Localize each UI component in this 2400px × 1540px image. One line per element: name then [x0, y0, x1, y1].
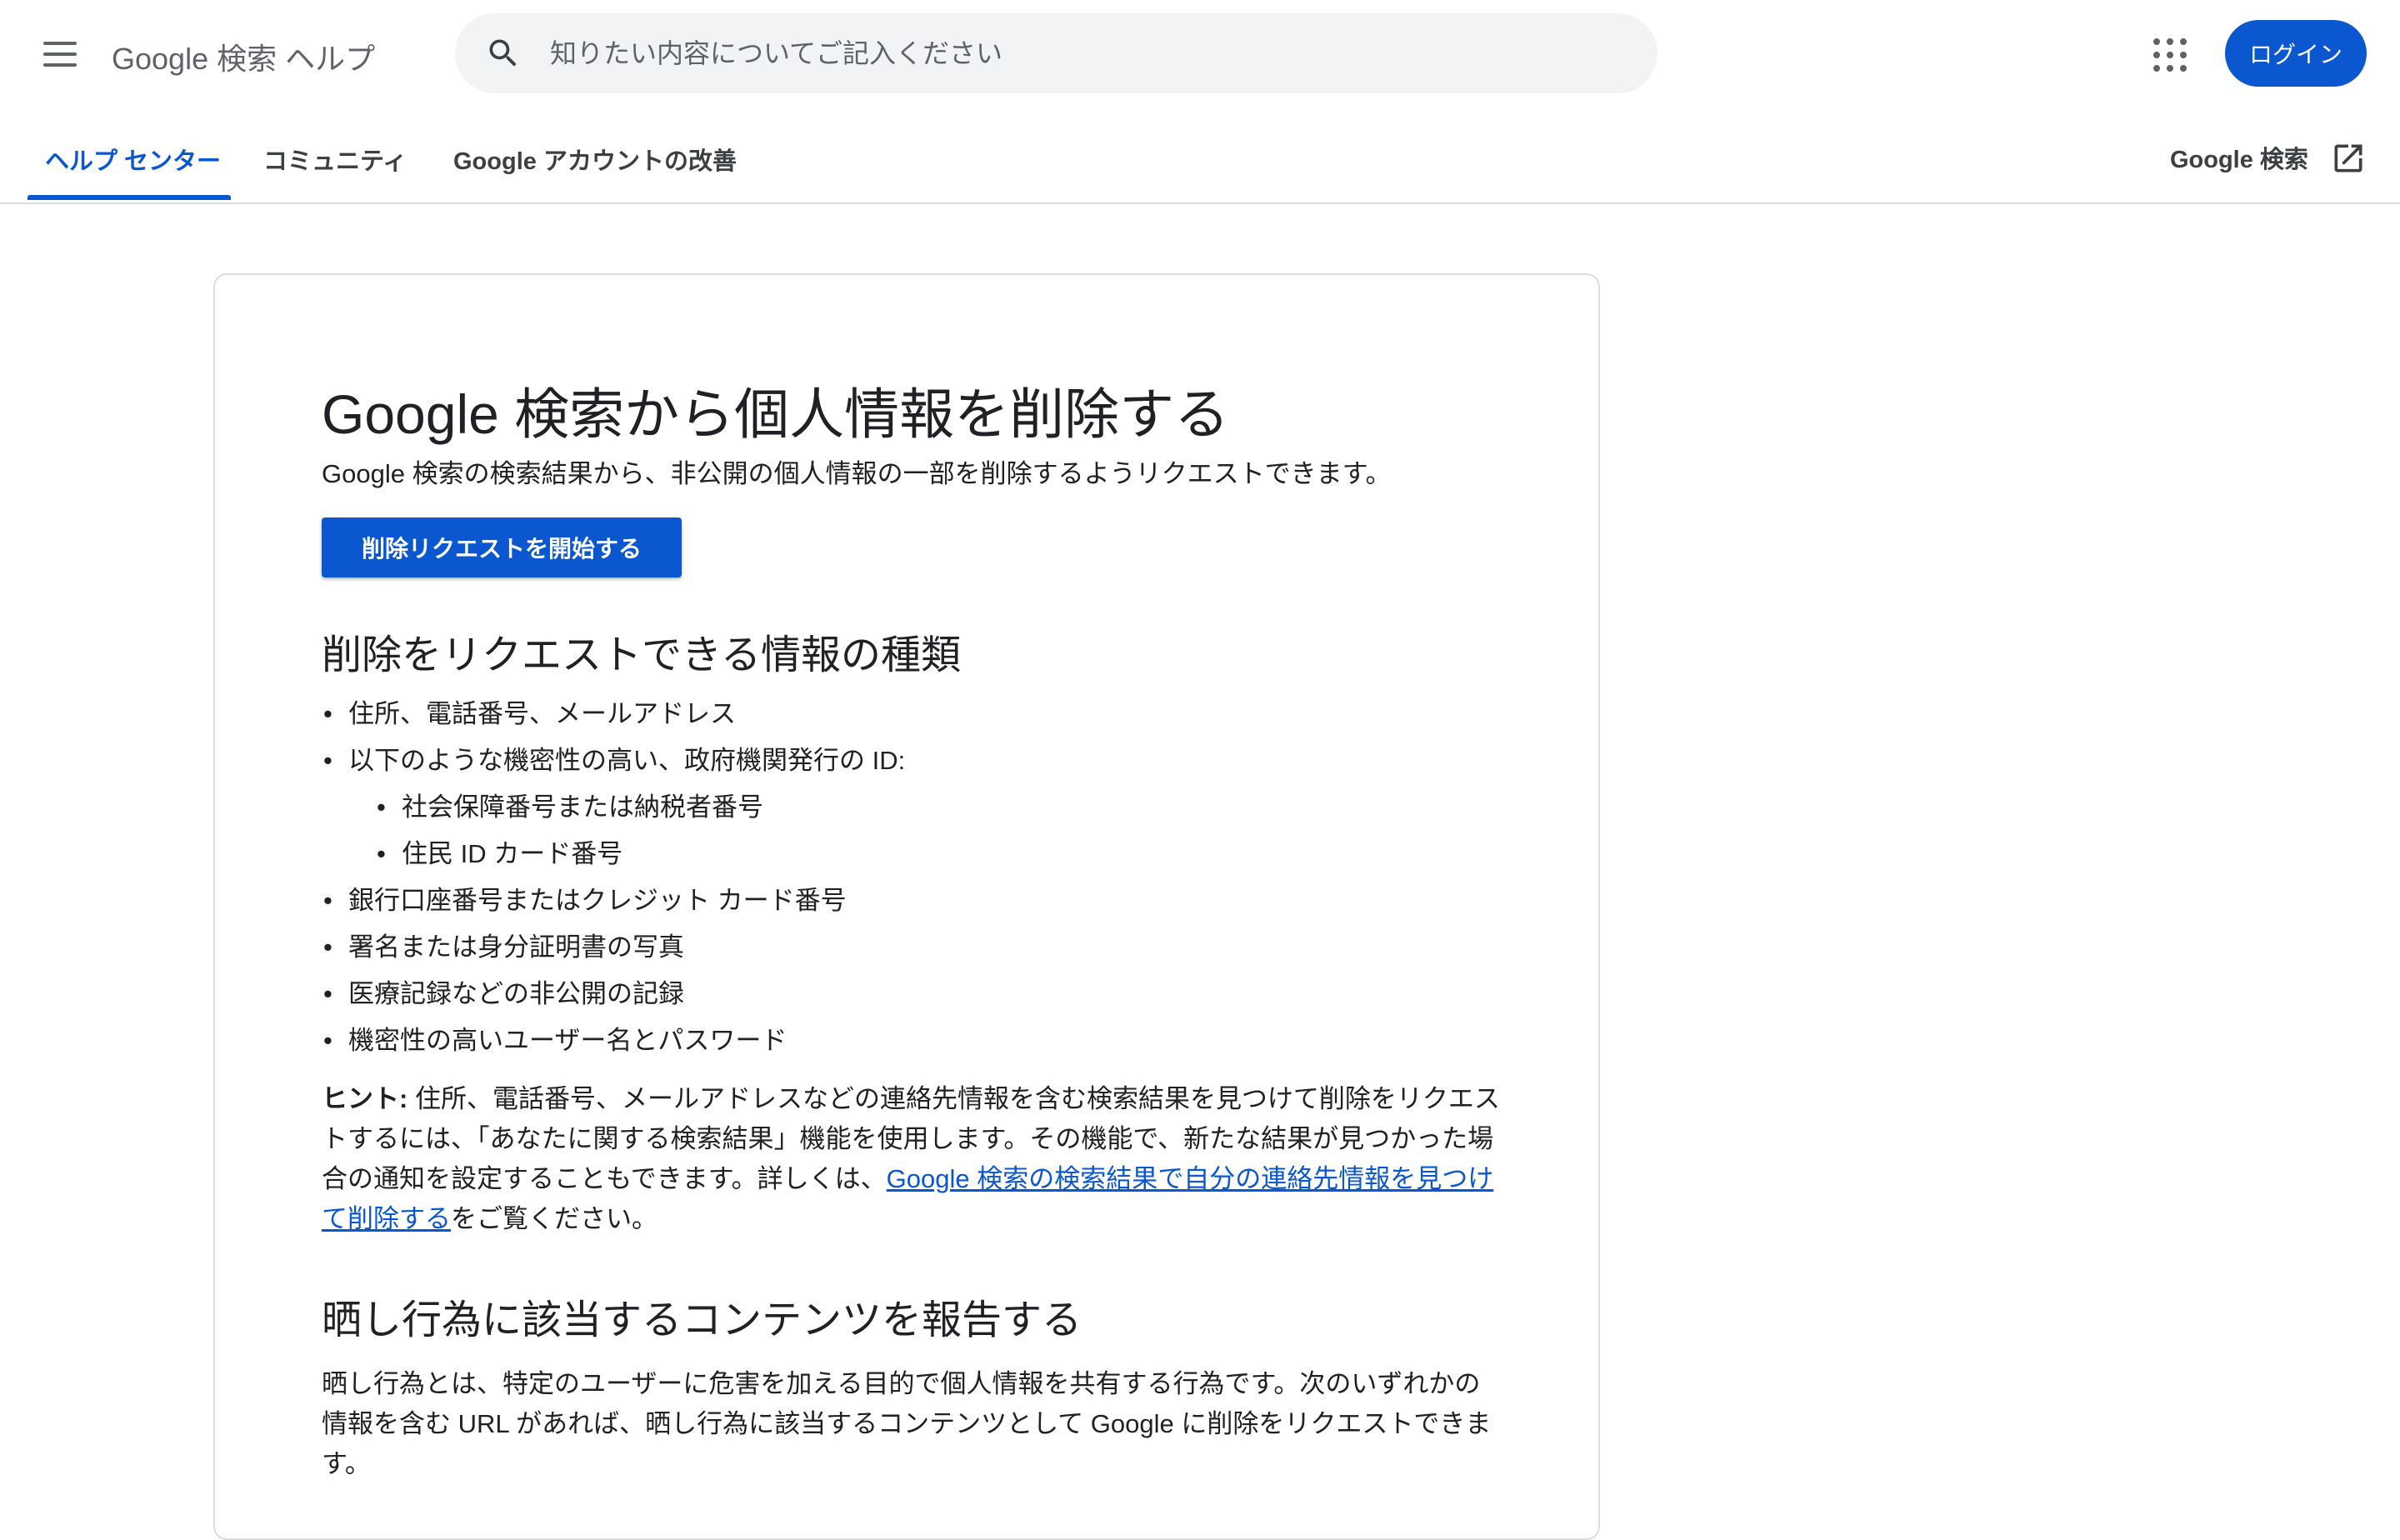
tab-community[interactable]: コミュニティ: [263, 142, 407, 177]
tab-bar: ヘルプ センター コミュニティ Google アカウントの改善 Google 検…: [0, 108, 2400, 204]
id-types-sublist: 社会保障番号または納税者番号 住民 ID カード番号: [348, 784, 1505, 878]
page-title: Google 検索から個人情報を削除する: [322, 383, 1230, 445]
list-item: 銀行口座番号またはクレジット カード番号: [322, 878, 1505, 924]
info-types-list: 住所、電話番号、メールアドレス 以下のような機密性の高い、政府機関発行の ID:…: [322, 691, 1505, 1064]
list-item: 医療記録などの非公開の記録: [322, 971, 1505, 1018]
list-item: 機密性の高いユーザー名とパスワード: [322, 1018, 1505, 1064]
active-tab-indicator: [28, 195, 231, 200]
search-input[interactable]: [548, 32, 1618, 75]
list-item-text: 以下のような機密性の高い、政府機関発行の ID:: [348, 746, 906, 775]
tip-paragraph: ヒント: 住所、電話番号、メールアドレスなどの連絡先情報を含む検索結果を見つけて…: [322, 1079, 1505, 1239]
list-item: 住所、電話番号、メールアドレス: [322, 691, 1505, 738]
apps-grid-icon[interactable]: [2153, 38, 2187, 72]
tab-help-center[interactable]: ヘルプ センター: [45, 142, 221, 177]
sublist-item: 社会保障番号または納税者番号: [348, 784, 1505, 831]
article-content: Google 検索から個人情報を削除する Google 検索の検索結果から、非公…: [322, 379, 1505, 1484]
tip-label: ヒント:: [322, 1084, 408, 1113]
list-item: 署名または身分証明書の写真: [322, 924, 1505, 971]
login-button[interactable]: ログイン: [2225, 20, 2367, 87]
doxxing-description: 晒し行為とは、特定のユーザーに危害を加える目的で個人情報を共有する行為です。次の…: [322, 1369, 1492, 1478]
list-item: 以下のような機密性の高い、政府機関発行の ID: 社会保障番号または納税者番号 …: [322, 738, 1505, 878]
top-bar: Google 検索 ヘルプ ログイン: [0, 0, 2400, 108]
start-removal-request-button[interactable]: 削除リクエストを開始する: [322, 518, 682, 578]
intro-text: Google 検索の検索結果から、非公開の個人情報の一部を削除するようリクエスト…: [322, 459, 1392, 488]
menu-icon[interactable]: [33, 33, 87, 75]
tip-suffix: をご覧ください。: [451, 1204, 658, 1233]
section-heading-doxxing: 晒し行為に該当するコンテンツを報告する: [322, 1298, 1082, 1342]
search-icon[interactable]: [485, 35, 522, 72]
app-title[interactable]: Google 検索 ヘルプ: [112, 35, 375, 78]
google-search-link[interactable]: Google 検索: [2170, 140, 2367, 177]
sublist-item: 住民 ID カード番号: [348, 831, 1505, 878]
section-heading-info-types: 削除をリクエストできる情報の種類: [322, 633, 962, 678]
google-search-link-label: Google 検索: [2169, 147, 2308, 173]
open-in-new-icon: [2334, 144, 2362, 172]
search-bar[interactable]: [455, 13, 1658, 93]
tab-improve-account[interactable]: Google アカウントの改善: [453, 142, 737, 177]
